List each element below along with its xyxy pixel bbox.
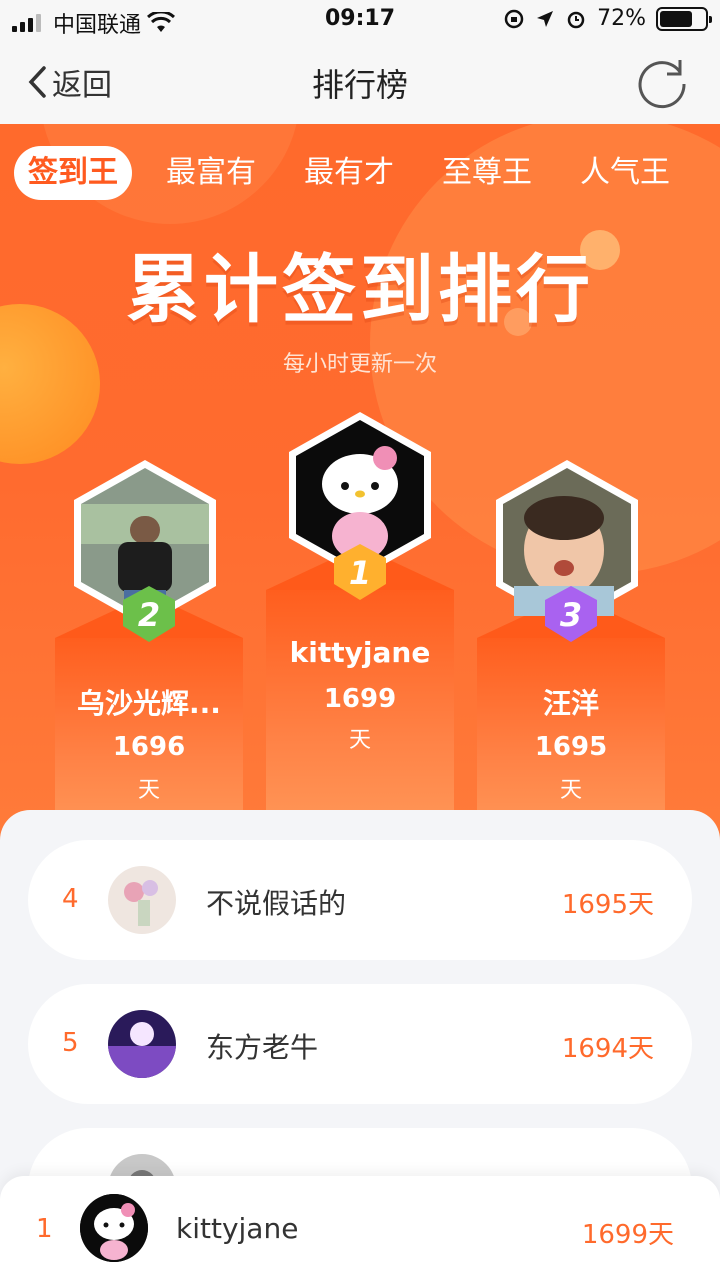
hero-subtitle: 每小时更新一次 (282, 352, 437, 377)
podium-unit: 天 (348, 728, 371, 753)
podium-unit: 天 (137, 778, 160, 803)
battery-percent: 72% (597, 6, 646, 31)
my-name: kittyjane (176, 1212, 299, 1245)
rotation-lock-icon (504, 9, 524, 28)
battery-fill (660, 10, 692, 27)
page-title: 排行榜 (311, 66, 408, 104)
tab-supreme-king[interactable]: 至尊王 (428, 146, 546, 200)
battery-icon (656, 6, 712, 31)
podium-unit: 天 (559, 778, 582, 803)
gold-medal-icon: 1 (334, 544, 386, 600)
rank-number: 5 (62, 1028, 79, 1058)
podium-name: kittyjane (289, 636, 431, 669)
rank-number: 4 (62, 884, 79, 914)
status-right: 72% (503, 6, 712, 31)
ranking-tabs: 签到王 最富有 最有才 至尊王 人气王 (14, 146, 704, 200)
refresh-icon[interactable] (634, 54, 690, 110)
ranking-hero: 签到王 最富有 最有才 至尊王 人气王 累计签到排行 每小时更新一次 乌沙光辉.… (0, 124, 720, 844)
tab-popularity-king[interactable]: 人气王 (566, 146, 684, 200)
user-name: 东方老牛 (206, 1031, 319, 1064)
avatar (108, 866, 176, 934)
svg-text:2: 2 (138, 596, 160, 634)
days-count: 1695天 (561, 890, 654, 920)
list-item[interactable]: 5 东方老牛 1694天 (28, 984, 692, 1104)
avatar (108, 1010, 176, 1078)
tab-richest[interactable]: 最富有 (152, 146, 270, 200)
alarm-icon (567, 11, 585, 28)
tab-most-talented[interactable]: 最有才 (290, 146, 408, 200)
my-avatar (80, 1194, 148, 1262)
svg-text:3: 3 (560, 596, 582, 634)
nav-bar: 返回 排行榜 (0, 40, 720, 124)
my-days: 1699天 (581, 1220, 674, 1250)
days-count: 1694天 (561, 1034, 654, 1064)
silver-medal-icon: 2 (123, 586, 175, 642)
podium-score: 1699 (323, 684, 397, 714)
my-ranking-bar[interactable]: 1 kittyjane 1699天 (0, 1176, 720, 1280)
podium-name: 汪洋 (542, 687, 599, 720)
podium-name: 乌沙光辉... (77, 687, 221, 720)
bronze-medal-icon: 3 (545, 586, 597, 642)
status-bar: 中国联通 09:17 72% (0, 0, 720, 40)
my-rank: 1 (36, 1214, 53, 1244)
podium-score: 1695 (534, 732, 608, 762)
podium-score: 1696 (112, 732, 186, 762)
hero-title: 累计签到排行 (126, 247, 594, 333)
user-name: 不说假话的 (206, 887, 347, 920)
svg-text:1: 1 (349, 554, 371, 592)
location-icon (537, 10, 554, 27)
tab-checkin-king[interactable]: 签到王 (14, 146, 132, 200)
list-item[interactable]: 4 不说假话的 1695天 (28, 840, 692, 960)
podium-first: kittyjane 1699 天 (266, 546, 454, 844)
